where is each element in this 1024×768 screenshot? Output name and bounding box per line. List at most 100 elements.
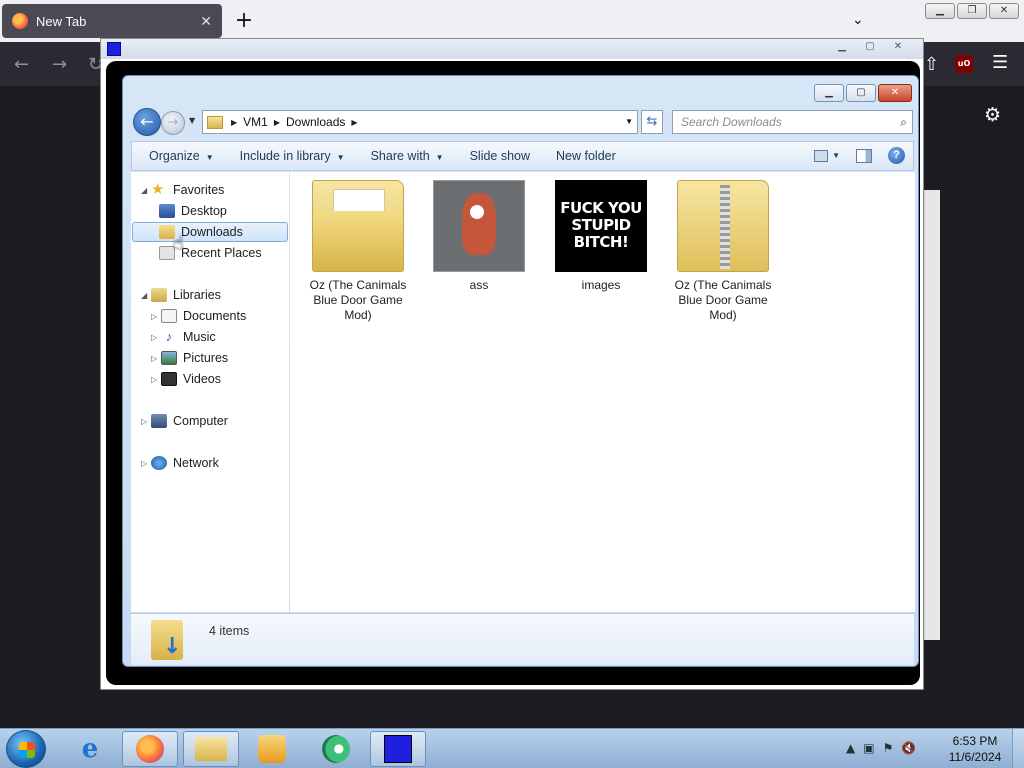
address-dropdown-icon[interactable]: ▼ xyxy=(625,117,633,126)
firefox-icon xyxy=(12,13,28,29)
expand-arrow-icon[interactable]: ▷ xyxy=(151,312,161,321)
tab-title: New Tab xyxy=(36,13,87,29)
breadcrumb-separator-icon[interactable]: ▶ xyxy=(351,118,357,127)
search-icon[interactable]: ⌕ xyxy=(900,111,907,133)
nav-network[interactable]: ▷ Network xyxy=(141,453,219,473)
search-input[interactable]: Search Downloads ⌕ xyxy=(672,110,913,134)
gear-icon[interactable]: ⚙ xyxy=(984,104,1001,126)
minimize-button[interactable]: ▁ xyxy=(814,84,844,102)
file-item[interactable]: Oz (The Canimals Blue Door Game Mod) xyxy=(673,180,773,323)
expand-arrow-icon[interactable]: ▷ xyxy=(151,354,161,363)
preview-pane-icon[interactable] xyxy=(856,148,872,163)
clock[interactable]: 6:53 PM 11/6/2024 xyxy=(940,733,1010,765)
vm-close-button[interactable]: ✕ xyxy=(887,41,909,55)
nav-videos[interactable]: ▷ Videos xyxy=(151,369,221,389)
help-icon[interactable]: ? xyxy=(888,147,905,164)
chevron-down-icon: ▼ xyxy=(205,153,214,162)
volume-muted-icon[interactable]: 🔇 xyxy=(901,741,916,755)
file-name: Oz (The Canimals Blue Door Game Mod) xyxy=(674,278,772,322)
hand-cursor-icon: ☝ xyxy=(173,233,184,254)
expand-arrow-icon[interactable]: ▷ xyxy=(141,459,151,468)
recent-pages-dropdown-icon[interactable]: ▼ xyxy=(189,116,195,125)
file-name: Oz (The Canimals Blue Door Game Mod) xyxy=(309,278,407,322)
network-tray-icon[interactable]: ▣ xyxy=(863,741,874,755)
close-button[interactable]: ✕ xyxy=(878,84,912,102)
file-name: images xyxy=(581,278,621,292)
forward-arrow-icon[interactable]: → xyxy=(52,54,67,75)
maximize-button[interactable]: ▢ xyxy=(846,84,876,102)
clock-time: 6:53 PM xyxy=(952,734,998,748)
refresh-button[interactable]: ⇆ xyxy=(641,110,663,134)
taskbar-media-player[interactable] xyxy=(244,731,300,767)
address-bar[interactable]: ▶ VM1 ▶ Downloads ▶ ▼ xyxy=(202,110,638,134)
vm-titlebar[interactable]: ▁ ▢ ✕ xyxy=(101,39,923,59)
browser-tab[interactable]: New Tab ✕ xyxy=(2,4,222,38)
breadcrumb-separator-icon[interactable]: ▶ xyxy=(274,118,280,127)
page-scrollbar[interactable] xyxy=(924,190,940,640)
host-maximize-button[interactable]: ❐ xyxy=(957,3,987,19)
ublock-origin-icon[interactable]: uO xyxy=(955,55,973,73)
breadcrumb-vm1[interactable]: VM1 xyxy=(243,115,268,129)
breadcrumb-downloads[interactable]: Downloads xyxy=(286,115,345,129)
taskbar-firefox[interactable] xyxy=(122,731,178,767)
action-center-flag-icon[interactable]: ⚑ xyxy=(883,741,894,755)
breadcrumb-separator-icon[interactable]: ▶ xyxy=(231,118,237,127)
taskbar-explorer[interactable] xyxy=(183,731,239,767)
hamburger-menu-icon[interactable]: ☰ xyxy=(992,52,1008,73)
media-player-icon xyxy=(258,735,286,763)
back-button[interactable]: ← xyxy=(133,108,161,136)
start-button[interactable] xyxy=(6,730,46,768)
system-tray: ▲ ▣ ⚑ 🔇 xyxy=(846,741,916,755)
new-tab-button[interactable]: + xyxy=(232,10,256,34)
nav-music[interactable]: ▷ ♪ Music xyxy=(151,327,216,347)
nav-favorites[interactable]: ◢ ★ Favorites xyxy=(141,180,224,200)
music-icon: ♪ xyxy=(165,329,173,344)
nav-libraries[interactable]: ◢ Libraries xyxy=(141,285,221,305)
host-minimize-button[interactable]: ▁ xyxy=(925,3,955,19)
vm-maximize-button[interactable]: ▢ xyxy=(859,41,881,55)
vm-minimize-button[interactable]: ▁ xyxy=(831,41,853,55)
show-desktop-button[interactable] xyxy=(1012,729,1024,768)
forward-button[interactable]: → xyxy=(161,111,185,135)
change-view-icon[interactable] xyxy=(814,149,829,162)
organize-button[interactable]: Organize ▼ xyxy=(140,149,223,163)
taskbar-vm[interactable] xyxy=(370,731,426,767)
nav-pictures[interactable]: ▷ Pictures xyxy=(151,348,228,368)
expand-arrow-icon[interactable]: ▷ xyxy=(141,417,151,426)
show-hidden-icons-icon[interactable]: ▲ xyxy=(846,741,855,755)
back-arrow-icon[interactable]: ← xyxy=(14,54,29,75)
taskbar: e ▲ ▣ ⚑ 🔇 6:53 PM 11/6/2024 xyxy=(0,728,1024,768)
nav-downloads-label: Downloads xyxy=(181,225,243,239)
nav-documents[interactable]: ▷ Documents xyxy=(151,306,246,326)
view-options-dropdown-icon[interactable]: ▼ xyxy=(832,151,840,160)
videos-icon xyxy=(161,372,177,386)
navigation-pane: ◢ ★ Favorites Desktop Downloads Recent P… xyxy=(131,172,289,612)
file-item[interactable]: Oz (The Canimals Blue Door Game Mod) xyxy=(308,180,408,323)
taskbar-internet-explorer[interactable]: e xyxy=(62,731,118,767)
new-folder-button[interactable]: New folder xyxy=(547,149,625,163)
tab-close-icon[interactable]: ✕ xyxy=(200,13,212,30)
host-close-button[interactable]: ✕ xyxy=(989,3,1019,19)
file-item[interactable]: ass xyxy=(429,180,529,293)
network-icon xyxy=(151,456,167,470)
expand-arrow-icon[interactable]: ▷ xyxy=(151,375,161,384)
nav-downloads[interactable]: Downloads xyxy=(132,222,288,242)
collapse-arrow-icon[interactable]: ◢ xyxy=(141,291,151,300)
nav-computer[interactable]: ▷ Computer xyxy=(141,411,228,431)
collapse-arrow-icon[interactable]: ◢ xyxy=(141,186,151,195)
slide-show-button[interactable]: Slide show xyxy=(461,149,539,163)
share-icon[interactable]: ⇧ xyxy=(924,54,939,75)
expand-arrow-icon[interactable]: ▷ xyxy=(151,333,161,342)
organize-label: Organize xyxy=(149,149,200,163)
clock-date: 11/6/2024 xyxy=(948,750,1002,764)
nav-videos-label: Videos xyxy=(183,372,221,386)
libraries-icon xyxy=(151,288,167,302)
share-with-button[interactable]: Share with ▼ xyxy=(362,149,453,163)
taskbar-app[interactable] xyxy=(308,731,364,767)
nav-desktop-label: Desktop xyxy=(181,204,227,218)
nav-desktop[interactable]: Desktop xyxy=(159,201,227,221)
file-item[interactable]: FUCK YOU STUPID BITCH! images xyxy=(551,180,651,293)
folder-icon xyxy=(195,737,227,761)
list-all-tabs-icon[interactable]: ⌄ xyxy=(852,12,864,28)
include-in-library-button[interactable]: Include in library ▼ xyxy=(231,149,354,163)
